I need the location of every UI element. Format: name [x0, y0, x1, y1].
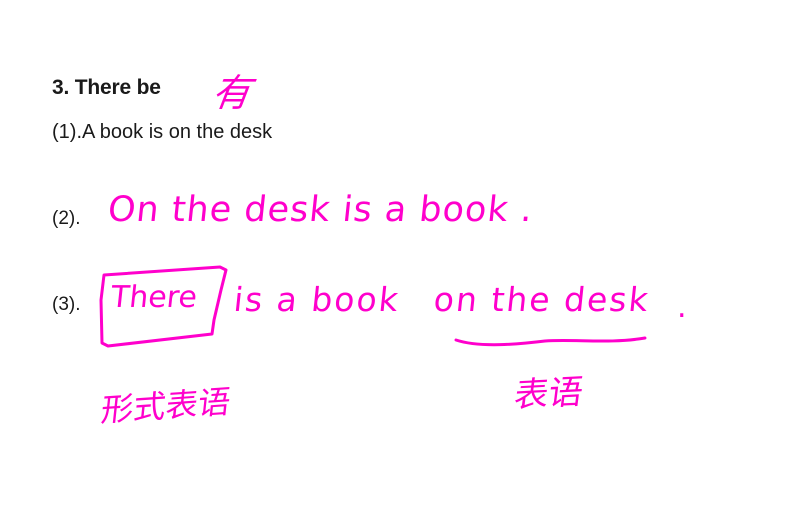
boxed-word-there: There	[109, 280, 199, 315]
annotation-you: 有	[209, 71, 254, 115]
line-3-number: (3).	[52, 294, 81, 315]
line-1-text: A book is on the desk	[82, 121, 273, 143]
line-2-number: (2).	[52, 208, 81, 229]
underline-on-the-desk	[454, 336, 647, 347]
line-3-rest: is a book	[231, 280, 403, 319]
label-predicative: 表语	[511, 372, 586, 416]
line-2-handwritten: On the desk is a book .	[105, 190, 536, 230]
line-1-number: (1).	[52, 121, 82, 143]
underlined-phrase: on the desk	[431, 280, 652, 319]
section-heading: 3. There be	[52, 76, 161, 100]
label-formal-predicative: 形式表语	[99, 382, 233, 430]
example-line-1: (1).A book is on the desk	[52, 121, 272, 144]
heading-text: 3. There be	[52, 76, 161, 99]
line-3-end-period: .	[677, 290, 687, 325]
